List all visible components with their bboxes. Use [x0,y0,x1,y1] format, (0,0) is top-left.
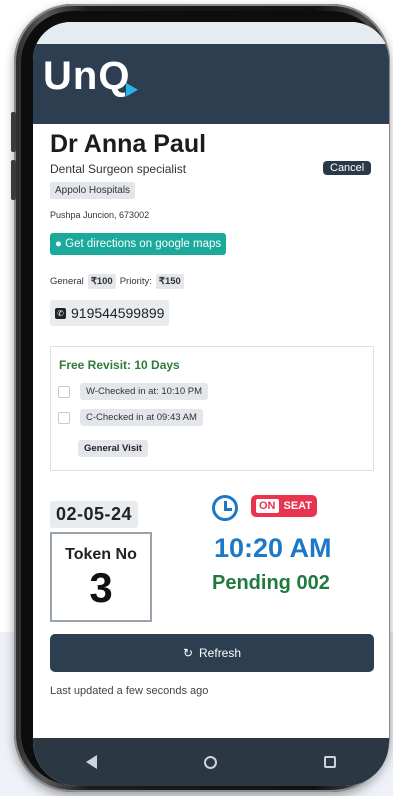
consult-check-label: C-Checked in at 09:43 AM [80,409,203,426]
walkin-check-label: W-Checked in at: 10:10 PM [80,383,208,400]
token-label: Token No [65,546,137,563]
recent-apps-icon[interactable] [323,756,336,768]
visit-type-badge: General Visit [78,440,148,457]
revisit-title: Free Revisit: 10 Days [59,358,180,372]
app-header: UnQ [33,44,389,124]
phone-screen: UnQ Dr Anna Paul Dental Surgeon speciali… [33,22,389,786]
refresh-button[interactable]: ↻ Refresh [50,634,374,672]
clock-icon [212,495,238,521]
volume-button [11,112,16,152]
maps-button-label: Get directions on google maps [65,238,222,250]
logo-q: Q [98,54,139,98]
doctor-specialty: Dental Surgeon specialist [50,162,187,176]
app-logo[interactable]: UnQ [43,54,139,99]
fees-row: General ₹100 Priority: ₹150 [50,274,184,289]
check-row-consult: C-Checked in at 09:43 AM [58,409,203,426]
priority-fee-label: Priority: [119,276,152,287]
logo-text: Un [43,54,99,98]
phone-number-text: 919544599899 [71,305,165,321]
status-bar [33,22,389,44]
last-updated-text: Last updated a few seconds ago [50,685,209,697]
current-time: 10:20 AM [214,533,332,563]
power-button [11,160,16,200]
map-marker-icon: ● [55,238,62,250]
check-row-walkin: W-Checked in at: 10:10 PM [58,383,208,400]
on-label: ON [256,499,279,513]
general-fee-label: General [50,276,84,287]
token-number: 3 [89,564,113,611]
android-nav-bar [33,738,389,786]
refresh-label: Refresh [199,646,242,660]
back-icon[interactable] [86,755,98,769]
general-fee-value: ₹100 [87,274,116,289]
token-date: 02-05-24 [50,501,139,528]
doctor-name: Dr Anna Paul [50,130,207,158]
hospital-badge: Appolo Hospitals [50,182,136,199]
cancel-button[interactable]: Cancel [323,161,372,175]
token-card: Token No 3 [50,532,152,622]
phone-icon: ✆ [55,307,66,319]
walkin-checkbox[interactable] [58,385,70,398]
google-maps-button[interactable]: ● Get directions on google maps [50,233,227,255]
refresh-icon: ↻ [182,646,194,660]
hospital-address: Pushpa Juncion, 673002 [50,210,150,220]
phone-number[interactable]: ✆ 919544599899 [50,300,170,326]
seat-label: SEAT [283,500,313,512]
priority-fee-value: ₹150 [155,274,184,289]
home-icon[interactable] [203,755,217,769]
consult-checkbox[interactable] [58,411,70,424]
pending-status: Pending 002 [212,572,330,594]
on-seat-badge: ON SEAT [251,495,318,517]
revisit-card: Free Revisit: 10 Days W-Checked in at: 1… [50,346,374,471]
